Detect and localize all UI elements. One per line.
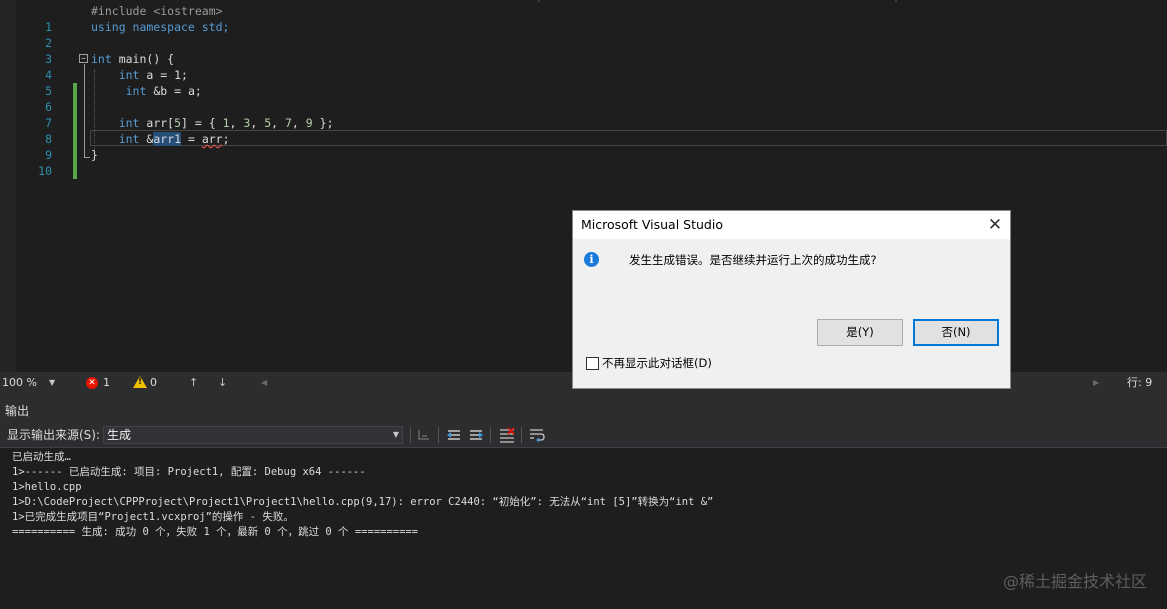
- change-indicator: [73, 163, 77, 179]
- info-circle-icon: i: [584, 252, 599, 267]
- dont-show-again-label[interactable]: 不再显示此对话框(D): [602, 355, 712, 372]
- toolbar-separator: [490, 427, 491, 443]
- code-line[interactable]: 2 using namespace std;: [0, 19, 1167, 50]
- output-panel-title: 输出: [0, 400, 1167, 422]
- chevron-down-icon[interactable]: ▼: [49, 372, 55, 394]
- code-line[interactable]: 4 − int main() {: [0, 51, 1167, 99]
- code-line[interactable]: 5 int a = 1;: [0, 67, 1167, 115]
- code-text[interactable]: #include <iostream>: [91, 3, 223, 19]
- code-line[interactable]: 9 int &arr1 = arr;: [0, 131, 1167, 179]
- error-circle-icon[interactable]: ✕: [86, 377, 98, 389]
- dont-show-again-checkbox[interactable]: [586, 357, 599, 370]
- output-source-label: 显示输出来源(S):: [7, 428, 101, 442]
- error-count[interactable]: 1: [103, 372, 110, 394]
- code-text[interactable]: int main() {: [91, 51, 174, 67]
- dialog-titlebar[interactable]: Microsoft Visual Studio ✕: [573, 211, 1010, 239]
- output-line[interactable]: 1>D:\CodeProject\CPPProject\Project1\Pro…: [12, 495, 713, 510]
- output-line: 已启动生成…: [12, 451, 71, 463]
- dialog-title: Microsoft Visual Studio: [581, 217, 723, 232]
- arrow-down-icon[interactable]: ↓: [218, 372, 227, 394]
- code-text[interactable]: }: [91, 147, 98, 163]
- code-line[interactable]: 10 }: [0, 147, 1167, 178]
- code-line[interactable]: 3: [0, 35, 1167, 66]
- output-source-value: 生成: [107, 428, 132, 442]
- warning-triangle-icon[interactable]: !: [133, 376, 147, 388]
- line-position: 行: 9: [1127, 376, 1153, 389]
- code-line[interactable]: 7: [0, 99, 1167, 147]
- chevron-down-icon: ▼: [392, 430, 399, 439]
- next-message-icon[interactable]: [467, 426, 485, 444]
- editor-top-mark: [538, 0, 540, 2]
- zoom-level[interactable]: 100 %: [2, 372, 37, 394]
- editor-top-mark: [895, 0, 897, 2]
- toolbar-separator: [410, 427, 411, 443]
- code-text[interactable]: int &arr1 = arr;: [91, 131, 230, 147]
- output-line: 1>hello.cpp: [12, 481, 82, 493]
- clear-all-icon[interactable]: [498, 426, 516, 444]
- toolbar-separator: [521, 427, 522, 443]
- code-text[interactable]: int &b = a;: [91, 83, 202, 99]
- code-text[interactable]: using namespace std;: [91, 19, 229, 35]
- arrow-up-icon[interactable]: ↑: [189, 372, 198, 394]
- scroll-right-icon[interactable]: ▶: [1093, 372, 1099, 394]
- toolbar-separator: [438, 427, 439, 443]
- line-number: 10: [38, 164, 52, 178]
- output-text-area[interactable]: 已启动生成… 1>------ 已启动生成: 项目: Project1, 配置:…: [0, 448, 1167, 609]
- code-line[interactable]: 6 int &b = a;: [0, 83, 1167, 131]
- no-button[interactable]: 否(N): [913, 319, 999, 346]
- code-line[interactable]: 1 #include <iostream>: [0, 3, 1167, 34]
- output-source-dropdown[interactable]: 生成 ▼: [103, 426, 403, 444]
- warning-count[interactable]: 0: [150, 372, 157, 394]
- close-icon[interactable]: ✕: [984, 214, 1006, 236]
- output-toolbar: 显示输出来源(S): 生成 ▼: [0, 422, 1167, 448]
- collapse-icon[interactable]: −: [79, 54, 88, 63]
- scroll-left-icon[interactable]: ◀: [261, 372, 267, 394]
- output-line: 1>------ 已启动生成: 项目: Project1, 配置: Debug …: [12, 466, 366, 478]
- yes-button[interactable]: 是(Y): [817, 319, 903, 346]
- code-line[interactable]: 8 int arr[5] = { 1, 3, 5, 7, 9 };: [0, 115, 1167, 163]
- watermark: @稀土掘金技术社区: [1002, 572, 1147, 591]
- code-text[interactable]: int a = 1;: [91, 67, 188, 83]
- output-line: ========== 生成: 成功 0 个，失败 1 个，最新 0 个，跳过 0…: [12, 526, 419, 538]
- output-line: 1>已完成生成项目“Project1.vcxproj”的操作 - 失败。: [12, 511, 294, 523]
- previous-message-icon[interactable]: [445, 426, 463, 444]
- message-dialog: Microsoft Visual Studio ✕ i 发生生成错误。是否继续并…: [572, 210, 1011, 389]
- word-wrap-icon[interactable]: [528, 426, 546, 444]
- dialog-message: 发生生成错误。是否继续并运行上次的成功生成?: [629, 253, 877, 267]
- code-text[interactable]: int arr[5] = { 1, 3, 5, 7, 9 };: [91, 115, 334, 131]
- find-message-icon[interactable]: [415, 426, 433, 444]
